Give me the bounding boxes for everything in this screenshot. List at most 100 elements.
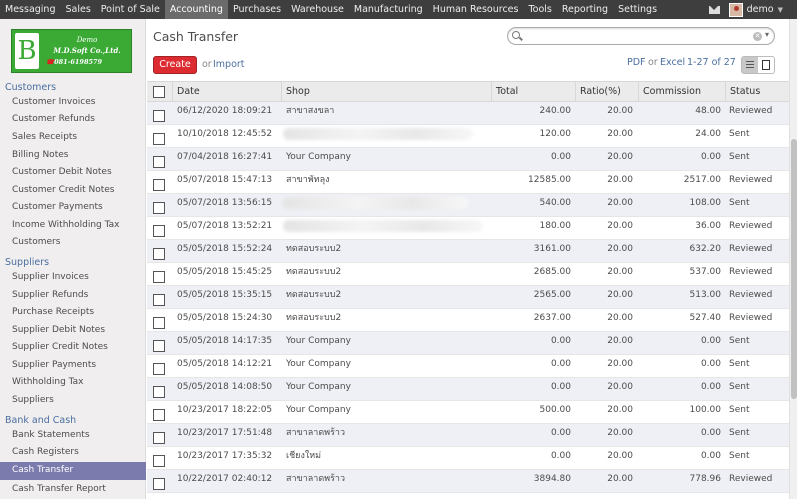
form-view-button[interactable] — [758, 57, 774, 73]
sidebar-item-billing-notes[interactable]: Billing Notes — [12, 150, 68, 160]
sidebar-item-cash-registers[interactable]: Cash Registers — [12, 447, 79, 457]
table-row[interactable]: 05/05/2018 15:24:30 ทดสอบระบบ2 2637.00 20.0… — [147, 309, 797, 332]
pdf-link[interactable]: PDF — [627, 57, 646, 68]
cell-total: 120.00 — [539, 129, 572, 139]
row-checkbox[interactable] — [153, 179, 165, 191]
table-row[interactable]: 10/22/2017 02:40:12 สาขาลาดพร้าว 3894.80 20… — [147, 470, 797, 493]
menu-point-of-sale[interactable]: Point of Sale — [96, 0, 165, 19]
row-checkbox[interactable] — [153, 409, 165, 421]
chevron-down-icon[interactable]: ▼ — [778, 6, 783, 14]
row-checkbox[interactable] — [153, 133, 165, 145]
sidebar-item-customer-refunds[interactable]: Customer Refunds — [12, 114, 95, 124]
table-row[interactable]: 05/07/2018 15:47:13 สาขาพัทลุง 12585.00 20.… — [147, 171, 797, 194]
cell-status: Reviewed — [729, 221, 773, 231]
sidebar-item-customers[interactable]: Customers — [12, 237, 60, 247]
scrollbar[interactable] — [789, 19, 797, 499]
sidebar-item-purchase-receipts[interactable]: Purchase Receipts — [12, 307, 94, 317]
column-total[interactable]: Total — [491, 82, 575, 102]
cell-total: 3161.00 — [533, 244, 571, 254]
scrollbar-thumb[interactable] — [791, 139, 797, 399]
sidebar-item-income-withholding-tax[interactable]: Income Withholding Tax — [12, 220, 119, 230]
row-checkbox[interactable] — [153, 248, 165, 260]
menu-manufacturing[interactable]: Manufacturing — [349, 0, 428, 19]
user-menu[interactable]: demo — [747, 4, 774, 15]
row-checkbox[interactable] — [153, 110, 165, 122]
avatar[interactable] — [728, 2, 743, 17]
menu-human-resources[interactable]: Human Resources — [428, 0, 524, 19]
row-checkbox[interactable] — [153, 478, 165, 490]
sidebar-item-customer-invoices[interactable]: Customer Invoices — [12, 97, 95, 107]
table-row[interactable]: 05/07/2018 13:52:21 180.00 20.00 36.00 Revie… — [147, 217, 797, 240]
cell-commission: 24.00 — [695, 129, 721, 139]
sidebar-item-supplier-refunds[interactable]: Supplier Refunds — [12, 290, 88, 300]
sidebar-item-supplier-invoices[interactable]: Supplier Invoices — [12, 272, 89, 282]
close-icon[interactable]: ✕ — [753, 32, 762, 41]
column-date[interactable]: Date — [172, 82, 281, 102]
row-checkbox[interactable] — [153, 455, 165, 467]
table-row[interactable]: 10/23/2017 17:51:48 สาขาลาดพร้าว 0.00 20.00… — [147, 424, 797, 447]
menu-warehouse[interactable]: Warehouse — [286, 0, 349, 19]
menu-purchases[interactable]: Purchases — [228, 0, 286, 19]
excel-link[interactable]: Excel — [660, 57, 685, 68]
table-row[interactable]: 05/05/2018 14:12:21 Your Company 0.00 20.00… — [147, 355, 797, 378]
row-checkbox[interactable] — [153, 386, 165, 398]
sidebar-item-customer-credit-notes[interactable]: Customer Credit Notes — [12, 185, 115, 195]
menu-messaging[interactable]: Messaging — [0, 0, 60, 19]
sidebar-item-supplier-credit-notes[interactable]: Supplier Credit Notes — [12, 342, 108, 352]
sidebar-item-suppliers[interactable]: Suppliers — [12, 395, 54, 405]
table-row[interactable]: 05/05/2018 15:52:24 ทดสอบระบบ2 3161.00 20.0… — [147, 240, 797, 263]
table-row[interactable]: 05/05/2018 15:35:15 ทดสอบระบบ2 2565.00 20.0… — [147, 286, 797, 309]
menu-settings[interactable]: Settings — [613, 0, 662, 19]
sidebar-item-sales-receipts[interactable]: Sales Receipts — [12, 132, 77, 142]
company-logo[interactable]: B Demo M.D.Soft Co.,Ltd. ☎081-6198579 — [11, 29, 132, 73]
import-link[interactable]: Import — [213, 59, 245, 70]
create-button[interactable]: Create — [153, 56, 197, 74]
table-row[interactable]: 05/07/2018 13:56:15 540.00 20.00 108.00 Sent — [147, 194, 797, 217]
sidebar-item-bank-statements[interactable]: Bank Statements — [12, 430, 90, 440]
mail-icon[interactable] — [708, 5, 720, 14]
table-row[interactable]: 05/05/2018 15:45:25 ทดสอบระบบ2 2685.00 20.0… — [147, 263, 797, 286]
select-all-checkbox[interactable] — [153, 86, 165, 98]
row-checkbox[interactable] — [153, 225, 165, 237]
cell-status: Reviewed — [729, 175, 773, 185]
table-row[interactable]: 10/10/2018 12:45:52 120.00 20.00 24.00 Sent — [147, 125, 797, 148]
row-checkbox[interactable] — [153, 317, 165, 329]
sidebar-item-supplier-debit-notes[interactable]: Supplier Debit Notes — [12, 325, 105, 335]
cell-ratio: 20.00 — [607, 221, 633, 231]
table-row[interactable]: 06/12/2020 18:09:21 สาขาสงขลา 240.00 20.00 4… — [147, 102, 797, 125]
menu-tools[interactable]: Tools — [523, 0, 556, 19]
sidebar-item-customer-payments[interactable]: Customer Payments — [12, 202, 103, 212]
sidebar-item-customer-debit-notes[interactable]: Customer Debit Notes — [12, 167, 112, 177]
search-box[interactable]: ✕ ▾ — [507, 27, 775, 45]
sidebar-item-supplier-payments[interactable]: Supplier Payments — [12, 360, 96, 370]
list-view-button[interactable] — [742, 57, 758, 73]
search-input[interactable] — [524, 29, 744, 43]
sidebar-item-withholding-tax[interactable]: Withholding Tax — [12, 377, 84, 387]
row-checkbox[interactable] — [153, 294, 165, 306]
row-checkbox[interactable] — [153, 340, 165, 352]
row-checkbox[interactable] — [153, 271, 165, 283]
row-checkbox[interactable] — [153, 202, 165, 214]
sidebar-item-cash-transfer[interactable]: Cash Transfer — [12, 465, 73, 475]
chevron-down-icon[interactable]: ▾ — [765, 30, 769, 39]
table-row[interactable]: 10/23/2017 17:35:32 เชียงใหม่ 0.00 20.00 0.0… — [147, 447, 797, 470]
cell-total: 180.00 — [539, 221, 572, 231]
column-shop[interactable]: Shop — [281, 82, 491, 102]
menu-reporting[interactable]: Reporting — [557, 0, 613, 19]
row-checkbox[interactable] — [153, 363, 165, 375]
table-row[interactable]: 10/23/2017 18:22:05 Your Company 500.00 20.… — [147, 401, 797, 424]
column-ratio[interactable]: Ratio(%) — [575, 82, 638, 102]
column-status[interactable]: Status — [725, 82, 797, 102]
menu-accounting[interactable]: Accounting — [164, 0, 228, 19]
row-checkbox[interactable] — [153, 432, 165, 444]
menu-sales[interactable]: Sales — [60, 0, 95, 19]
table-row[interactable]: 05/05/2018 14:08:50 Your Company 0.00 20.00… — [147, 378, 797, 401]
row-checkbox[interactable] — [153, 156, 165, 168]
pager-value[interactable]: 1-27 of 27 — [687, 57, 736, 68]
cell-shop: สาขาพัทลุง — [286, 175, 330, 185]
sidebar-item-cash-transfer-report[interactable]: Cash Transfer Report — [12, 484, 106, 494]
column-commission[interactable]: Commission — [638, 82, 725, 102]
table-row[interactable]: 07/04/2018 16:27:41 Your Company 0.00 20.00… — [147, 148, 797, 171]
cell-shop: Your Company — [286, 359, 351, 369]
table-row[interactable]: 05/05/2018 14:17:35 Your Company 0.00 20.00… — [147, 332, 797, 355]
